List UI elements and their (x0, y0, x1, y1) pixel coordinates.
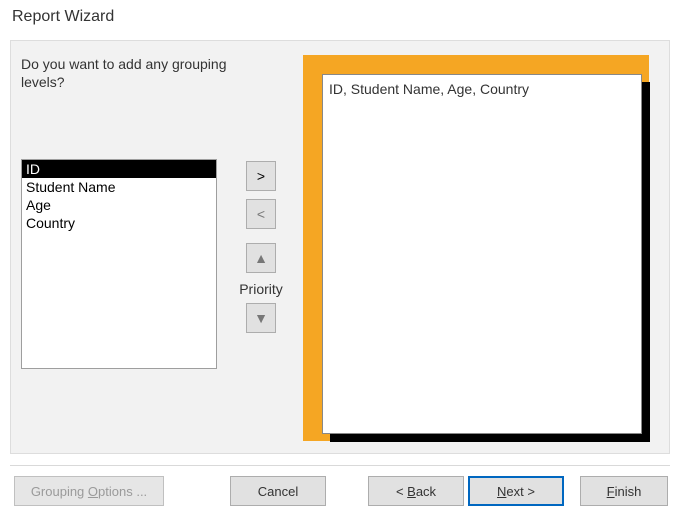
priority-label: Priority (233, 281, 289, 297)
wizard-content: Do you want to add any grouping levels? … (10, 40, 670, 454)
arrow-down-icon: ▼ (254, 310, 268, 326)
preview-page: ID, Student Name, Age, Country (322, 74, 642, 434)
remove-grouping-button[interactable]: < (246, 199, 276, 229)
grouping-controls: > < ▲ Priority ▼ (233, 161, 289, 341)
chevron-left-icon: < (257, 206, 265, 222)
window-title: Report Wizard (12, 8, 114, 26)
wizard-footer: Grouping Options ... Cancel < Back Next … (0, 466, 680, 530)
arrow-up-icon: ▲ (254, 250, 268, 266)
field-item[interactable]: Student Name (22, 178, 216, 196)
back-button[interactable]: < Back (368, 476, 464, 506)
fields-listbox[interactable]: ID Student Name Age Country (21, 159, 217, 369)
grouping-prompt: Do you want to add any grouping levels? (21, 55, 231, 91)
priority-down-button[interactable]: ▼ (246, 303, 276, 333)
finish-button[interactable]: Finish (580, 476, 668, 506)
cancel-button[interactable]: Cancel (230, 476, 326, 506)
field-item[interactable]: ID (22, 160, 216, 178)
preview-fields-text: ID, Student Name, Age, Country (329, 81, 529, 97)
report-wizard-window: Report Wizard Do you want to add any gro… (0, 0, 680, 530)
field-item[interactable]: Age (22, 196, 216, 214)
report-preview: ID, Student Name, Age, Country (301, 53, 653, 445)
next-button[interactable]: Next > (468, 476, 564, 506)
grouping-options-button: Grouping Options ... (14, 476, 164, 506)
field-item[interactable]: Country (22, 214, 216, 232)
priority-up-button[interactable]: ▲ (246, 243, 276, 273)
preview-frame: ID, Student Name, Age, Country (303, 55, 649, 441)
chevron-right-icon: > (257, 168, 265, 184)
add-grouping-button[interactable]: > (246, 161, 276, 191)
